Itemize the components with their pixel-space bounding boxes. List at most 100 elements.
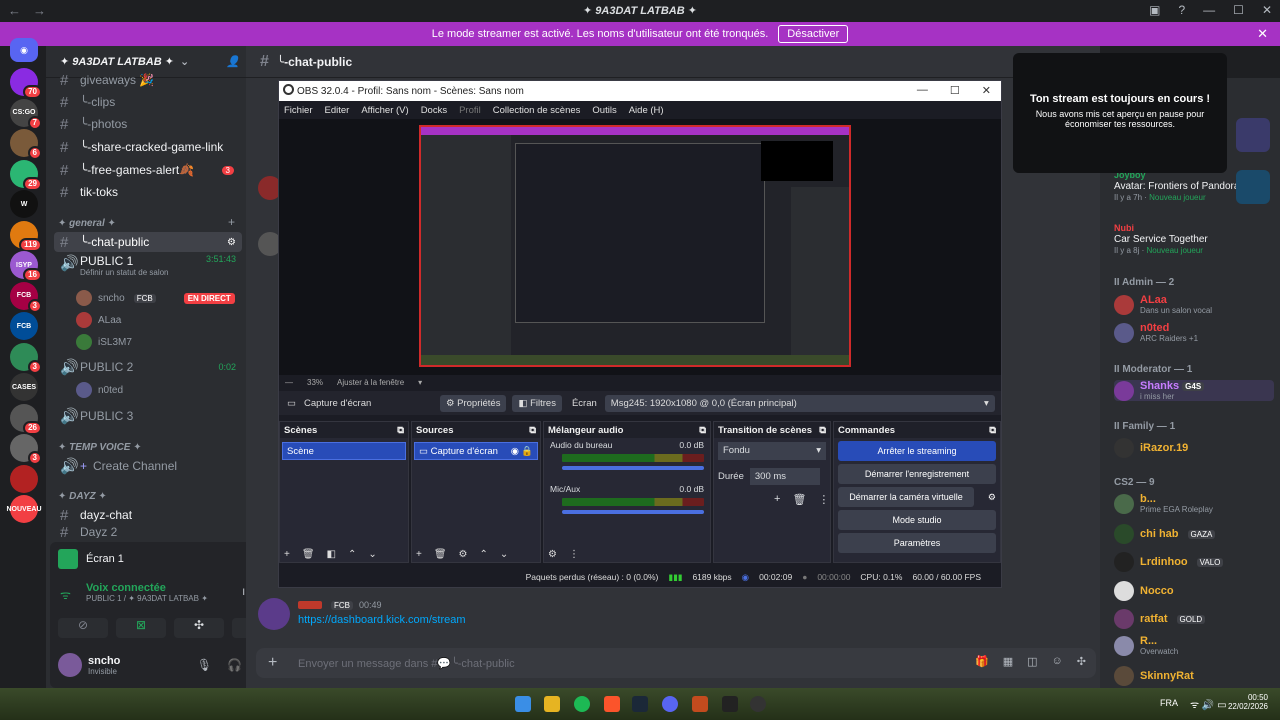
channel-dayz2[interactable]: # Dayz 2 xyxy=(54,526,242,538)
close-icon[interactable]: ✕ xyxy=(982,84,991,97)
channel-dayz-chat[interactable]: # dayz-chat xyxy=(54,505,242,525)
member-item[interactable]: iRazor.19 xyxy=(1114,438,1276,458)
stop-streaming-button[interactable]: Arrêter le streaming xyxy=(838,441,996,461)
obs-menu-item[interactable]: Profil xyxy=(459,105,481,116)
spotify-icon[interactable] xyxy=(574,696,590,712)
create-channel[interactable]: 🔊 + Create Channel xyxy=(54,456,242,476)
emoji-icon[interactable]: ☺ xyxy=(1052,655,1063,668)
channel-clips[interactable]: # ╰-clips xyxy=(54,92,242,112)
close-icon[interactable]: ✕ xyxy=(1262,3,1272,17)
undock-icon[interactable]: ⧉ xyxy=(989,425,996,436)
server-icon[interactable]: 6 xyxy=(10,129,42,160)
obs-icon[interactable] xyxy=(750,696,766,712)
maximize-icon[interactable]: ☐ xyxy=(950,84,960,97)
voice-user[interactable]: sncho FCB EN DIRECT xyxy=(76,290,235,306)
brave-icon[interactable] xyxy=(604,696,620,712)
server-icon[interactable]: 26 xyxy=(10,403,42,435)
server-icon[interactable]: 119 xyxy=(10,220,42,252)
screen-select[interactable]: Msg245: 1920x1080 @ 0,0 (Écran principal… xyxy=(604,394,995,412)
member-item[interactable]: Shanks G4S i miss her xyxy=(1114,380,1274,401)
discord-home-icon[interactable]: ◉ xyxy=(10,38,38,62)
chevron-down-icon[interactable]: ▾ xyxy=(418,378,422,387)
message-link[interactable]: https://dashboard.kick.com/stream xyxy=(298,614,466,626)
server-icon[interactable]: FCB xyxy=(10,312,38,340)
undock-icon[interactable]: ⧉ xyxy=(397,425,404,436)
clock[interactable]: 00:50 22/02/2026 xyxy=(1226,693,1268,711)
member-item[interactable]: R... Overwatch xyxy=(1114,635,1276,656)
gear-icon[interactable]: ⚙ xyxy=(988,492,996,503)
channel-photos[interactable]: # ╰-photos xyxy=(54,114,242,134)
voice-user[interactable]: iSL3M7 xyxy=(76,334,132,350)
member-item[interactable]: n0ted ARC Raiders +1 xyxy=(1114,322,1276,343)
member-item[interactable]: Nocco xyxy=(1114,581,1276,601)
game-launcher-icon[interactable] xyxy=(692,696,708,712)
channel-share-cracked[interactable]: # ╰-share-cracked-game-link xyxy=(54,137,242,157)
add-icon[interactable]: + xyxy=(416,549,422,560)
category-dayz[interactable]: ✦ DAYZ ✦ xyxy=(58,491,107,502)
virtual-camera-button[interactable]: Démarrer la caméra virtuelle ⚙ xyxy=(838,487,996,507)
voice-user[interactable]: ALaa xyxy=(76,312,121,328)
settings-icon[interactable]: ⚙ xyxy=(227,237,236,248)
headphones-icon[interactable]: 🎧 xyxy=(227,658,242,672)
file-explorer-icon[interactable] xyxy=(544,696,560,712)
zoom-out-icon[interactable]: — xyxy=(285,378,293,387)
server-icon[interactable]: 70 xyxy=(10,68,42,99)
screen-share-icon[interactable]: ⊠ xyxy=(116,618,166,638)
mic-icon[interactable]: 🎙 xyxy=(197,658,212,672)
server-icon[interactable]: CS:GO 7 xyxy=(10,98,42,130)
obs-menu-item[interactable]: Collection de scènes xyxy=(493,105,581,116)
add-member-icon[interactable]: 👤 xyxy=(226,55,240,68)
channel-free-games[interactable]: # ╰-free-games-alert🍂 3 xyxy=(54,160,242,180)
member-item[interactable]: b... Prime EGA Roleplay xyxy=(1114,493,1276,514)
up-icon[interactable]: ⌃ xyxy=(348,549,356,560)
gear-icon[interactable]: ⚙ xyxy=(459,549,468,560)
maximize-icon[interactable]: ☐ xyxy=(1233,3,1244,17)
minimize-icon[interactable]: — xyxy=(1203,3,1215,17)
epic-games-icon[interactable] xyxy=(722,696,738,712)
gif-icon[interactable]: ▦ xyxy=(1003,655,1013,668)
channel-giveaways[interactable]: # giveaways 🎉 xyxy=(54,70,242,90)
source-item[interactable]: ▭ Capture d'écran ◉ 🔒 xyxy=(414,442,538,460)
add-icon[interactable]: + xyxy=(284,549,290,560)
server-icon[interactable]: W xyxy=(10,190,38,218)
steam-icon[interactable] xyxy=(632,696,648,712)
obs-menu-item[interactable]: Outils xyxy=(592,105,616,116)
start-icon[interactable] xyxy=(515,696,531,712)
camera-off-icon[interactable]: ⊘ xyxy=(58,618,108,638)
help-icon[interactable]: ? xyxy=(1178,3,1185,17)
transition-select[interactable]: Fondu ▾ xyxy=(718,442,826,460)
sticker-icon[interactable]: ◫ xyxy=(1027,655,1037,668)
obs-menu-item[interactable]: Afficher (V) xyxy=(361,105,408,116)
obs-menu-item[interactable]: Aide (H) xyxy=(629,105,664,116)
more-icon[interactable]: ⋮ xyxy=(818,493,829,506)
redacted-username[interactable] xyxy=(298,601,322,609)
voice-channel-public3[interactable]: 🔊 PUBLIC 3 xyxy=(54,406,242,426)
obs-menu-item[interactable]: Docks xyxy=(421,105,447,116)
filters-button[interactable]: ◧ Filtres xyxy=(512,394,562,412)
zoom-fit-label[interactable]: Ajuster à la fenêtre xyxy=(337,378,404,387)
channel-tiktoks[interactable]: # tik-toks xyxy=(54,182,242,202)
obs-menu-item[interactable]: Editer xyxy=(325,105,350,116)
duration-input[interactable]: 300 ms xyxy=(749,468,820,485)
language-indicator[interactable]: FRA xyxy=(1160,698,1178,708)
trash-icon[interactable]: 🗑 xyxy=(792,493,806,506)
add-icon[interactable]: + xyxy=(774,493,780,506)
server-icon[interactable]: CASES xyxy=(10,373,38,401)
scene-item[interactable]: Scène xyxy=(282,442,406,460)
up-icon[interactable]: ⌃ xyxy=(480,549,488,560)
member-item[interactable]: chi hab GAZA xyxy=(1114,524,1276,544)
start-recording-button[interactable]: Démarrer l'enregistrement xyxy=(838,464,996,484)
undock-icon[interactable]: ⧉ xyxy=(819,425,826,436)
down-icon[interactable]: ⌄ xyxy=(368,549,376,560)
server-icon[interactable]: 29 xyxy=(10,159,42,191)
filter-icon[interactable]: ◧ xyxy=(327,549,336,560)
more-icon[interactable]: ⋮ xyxy=(569,549,579,560)
properties-button[interactable]: ⚙ Propriétés xyxy=(439,394,507,412)
message-input[interactable]: + Envoyer un message dans #💬╰-chat-publi… xyxy=(256,648,1096,678)
trash-icon[interactable]: 🗑 xyxy=(434,549,447,560)
avatar[interactable] xyxy=(258,598,290,630)
undock-icon[interactable]: ⧉ xyxy=(699,425,706,436)
attach-plus-icon[interactable]: + xyxy=(268,654,277,672)
obs-preview[interactable] xyxy=(279,119,1001,375)
signal-icon[interactable]: ᯤ xyxy=(60,586,71,603)
